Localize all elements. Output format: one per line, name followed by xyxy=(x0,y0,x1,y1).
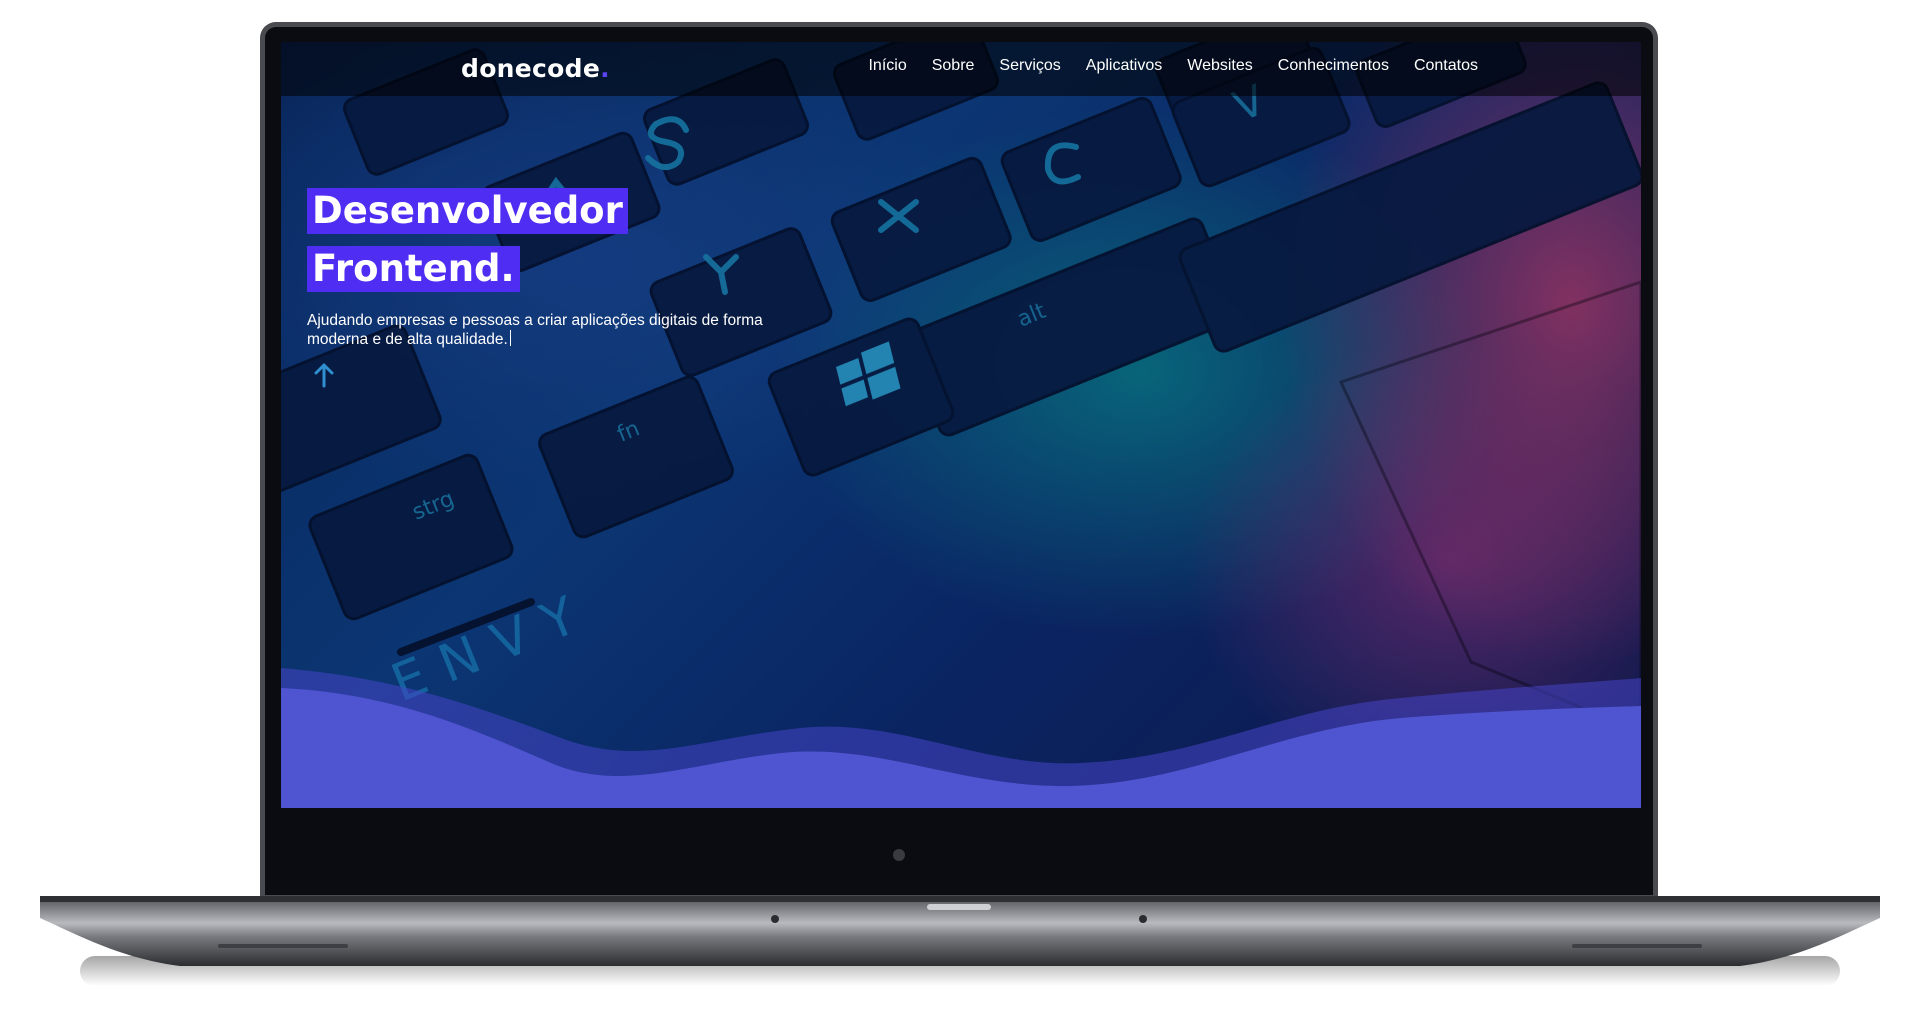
arrow-up-icon[interactable] xyxy=(313,362,335,388)
hero-title-line1: Desenvolvedor xyxy=(307,188,628,234)
nav-item-sobre[interactable]: Sobre xyxy=(932,57,975,75)
laptop-base xyxy=(40,896,1880,986)
nav-item-aplicativos[interactable]: Aplicativos xyxy=(1086,57,1162,75)
site-navbar: donecode. Início Sobre Serviços Aplicati… xyxy=(281,42,1641,96)
nav-item-websites[interactable]: Websites xyxy=(1187,57,1253,75)
logo-dot: . xyxy=(600,54,610,83)
nav-item-conhecimentos[interactable]: Conhecimentos xyxy=(1278,57,1389,75)
nav-menu: Início Sobre Serviços Aplicativos Websit… xyxy=(868,57,1478,75)
hero-wave-divider xyxy=(281,668,1641,808)
right-hinge-screw xyxy=(1139,915,1147,923)
webcam xyxy=(893,849,905,861)
hero-subtitle-text: Ajudando empresas e pessoas a criar apli… xyxy=(307,312,763,348)
logo-text: donecode xyxy=(461,54,601,83)
left-hinge-screw xyxy=(771,915,779,923)
hero-title-line2: Frontend. xyxy=(307,246,520,292)
left-vent xyxy=(218,944,348,948)
nav-item-contatos[interactable]: Contatos xyxy=(1414,57,1478,75)
website-screen: V alt fn strg ENVY donecode. Início Sobr… xyxy=(281,42,1641,808)
site-logo[interactable]: donecode. xyxy=(461,54,610,83)
nav-item-inicio[interactable]: Início xyxy=(868,57,906,75)
hinge-notch xyxy=(927,904,991,910)
hero-title: Desenvolvedor Frontend. xyxy=(307,188,628,304)
base-top-edge xyxy=(40,896,1880,902)
nav-item-servicos[interactable]: Serviços xyxy=(999,57,1060,75)
right-vent xyxy=(1572,944,1702,948)
hero-subtitle: Ajudando empresas e pessoas a criar apli… xyxy=(307,311,787,349)
typing-caret xyxy=(509,330,511,346)
